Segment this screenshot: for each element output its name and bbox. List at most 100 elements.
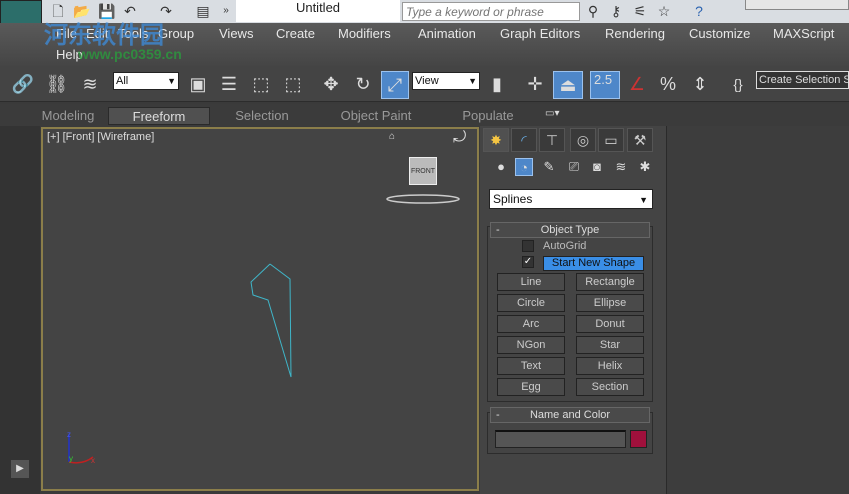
object-color-swatch[interactable] (630, 430, 647, 448)
main-toolbar: 🔗 ⛓ ≋ All ▣ ☰ ⬚ ⬚ ✥ ↻ ⤢ View ▮ ✛ ⏏ 2.5 ∠… (0, 66, 849, 102)
menu-customize[interactable]: Customize (689, 26, 750, 41)
scale-icon[interactable]: ⤢ (381, 71, 409, 99)
autogrid-label: AutoGrid (543, 240, 587, 252)
help-icon[interactable]: ? (690, 3, 708, 20)
binoculars-icon[interactable]: ⚲ (584, 3, 602, 20)
y-axis-label: y (69, 454, 73, 463)
select-by-name-icon[interactable]: ☰ (216, 71, 242, 97)
tab-populate[interactable]: Populate (450, 107, 526, 125)
window-crossing-icon[interactable]: ⬚ (280, 71, 306, 97)
lights-icon[interactable]: ✎ (540, 158, 558, 176)
snaps-toggle[interactable]: 2.5 (590, 71, 620, 99)
project-icon[interactable]: ▤ (195, 3, 211, 19)
line-button[interactable]: Line (497, 273, 565, 291)
cameras-icon[interactable]: ⎚ (565, 158, 583, 176)
section-button[interactable]: Section (576, 378, 644, 396)
systems-icon[interactable]: ✱ (636, 158, 654, 176)
category-dropdown[interactable]: Splines (489, 189, 653, 209)
menu-create[interactable]: Create (276, 26, 315, 41)
tab-selection[interactable]: Selection (212, 107, 312, 125)
start-new-shape-button[interactable]: Start New Shape (543, 256, 644, 271)
object-type-rollout (487, 226, 653, 402)
object-type-header[interactable]: - Object Type (490, 222, 650, 238)
x-axis-label: x (91, 456, 95, 465)
percent-snap-icon[interactable]: % (655, 71, 681, 97)
move-icon[interactable]: ✥ (318, 71, 344, 97)
star-icon[interactable]: ☆ (655, 3, 673, 20)
star-button[interactable]: Star (576, 336, 644, 354)
display-tab-icon[interactable]: ▭ (598, 128, 624, 152)
object-name-input[interactable] (495, 430, 626, 448)
unlink-icon[interactable]: ⛓ (44, 71, 70, 97)
viewport-front[interactable]: [+] [Front] [Wireframe] ⌂ ⤾ FRONT z y x (41, 127, 479, 491)
menu-views[interactable]: Views (219, 26, 253, 41)
geometry-icon[interactable]: ● (492, 158, 510, 176)
angle-snap-icon[interactable]: ∠ (624, 71, 650, 97)
named-selection-input[interactable] (756, 71, 849, 89)
ribbon-options-icon[interactable]: ▭▾ (545, 108, 559, 119)
menu-modifiers[interactable]: Modifiers (338, 26, 391, 41)
ellipse-button[interactable]: Ellipse (576, 294, 644, 312)
autogrid-checkbox[interactable] (522, 240, 534, 252)
ngon-button[interactable]: NGon (497, 336, 565, 354)
start-new-shape-checkbox[interactable]: ✓ (522, 256, 534, 268)
arc-button[interactable]: Arc (497, 315, 565, 333)
tab-object-paint[interactable]: Object Paint (326, 107, 426, 125)
create-tab-icon[interactable]: ✸ (483, 128, 509, 152)
key-icon[interactable]: ⚷ (607, 3, 625, 20)
utilities-tab-icon[interactable]: ⚒ (627, 128, 653, 152)
tab-freeform[interactable]: Freeform (108, 107, 210, 125)
menu-bar: File Edit Tools Group Views Create Modif… (0, 22, 849, 66)
select-manipulate-icon[interactable]: ✛ (522, 71, 548, 97)
spinner-snap-icon[interactable]: ⇕ (687, 71, 713, 97)
rotate-icon[interactable]: ↻ (350, 71, 376, 97)
watermark: 河东软件园 (44, 15, 164, 50)
more-icon[interactable]: » (218, 3, 234, 19)
ribbon-tabs: Modeling Freeform Selection Object Paint… (0, 104, 849, 126)
collapse-icon: - (496, 409, 500, 421)
play-icon[interactable]: ▶ (11, 460, 29, 478)
select-object-icon[interactable]: ▣ (185, 71, 211, 97)
name-color-header[interactable]: - Name and Color (490, 407, 650, 423)
edit-named-selection-icon[interactable]: {} (725, 71, 751, 97)
menu-rendering[interactable]: Rendering (605, 26, 665, 41)
window-controls[interactable] (745, 0, 849, 10)
menu-animation[interactable]: Animation (418, 26, 476, 41)
collapse-icon: - (496, 224, 500, 236)
rollout-title: Object Type (540, 224, 600, 236)
circle-button[interactable]: Circle (497, 294, 565, 312)
left-strip: ▶ (0, 126, 40, 494)
helix-button[interactable]: Helix (576, 357, 644, 375)
selection-filter-dropdown[interactable]: All (113, 72, 179, 90)
link-icon[interactable]: 🔗 (10, 71, 36, 97)
reference-coord-dropdown[interactable]: View (412, 72, 480, 90)
modify-tab-icon[interactable]: ◜ (511, 128, 537, 152)
viewcube-ring[interactable] (386, 194, 460, 204)
egg-button[interactable]: Egg (497, 378, 565, 396)
command-panel-extension (666, 126, 849, 494)
text-button[interactable]: Text (497, 357, 565, 375)
tab-modeling[interactable]: Modeling (30, 107, 106, 125)
document-title: Untitled (236, 0, 400, 22)
donut-button[interactable]: Donut (576, 315, 644, 333)
bind-space-warp-icon[interactable]: ≋ (77, 71, 103, 97)
rectangle-button[interactable]: Rectangle (576, 273, 644, 291)
spline-canvas: z y x (67, 194, 460, 465)
hierarchy-tab-icon[interactable]: ⊤ (539, 128, 565, 152)
satellite-icon[interactable]: ⚟ (631, 3, 649, 20)
menu-maxscript[interactable]: MAXScript (773, 26, 834, 41)
helpers-icon[interactable]: ◙ (588, 158, 606, 176)
search-input[interactable] (402, 2, 580, 21)
space-warps-icon[interactable]: ≋ (612, 158, 630, 176)
motion-tab-icon[interactable]: ◎ (570, 128, 596, 152)
keyboard-shortcut-override-icon[interactable]: ⏏ (553, 71, 583, 99)
rectangular-selection-icon[interactable]: ⬚ (248, 71, 274, 97)
spline-shape[interactable] (250, 263, 292, 378)
pivot-center-icon[interactable]: ▮ (484, 71, 510, 97)
shapes-icon[interactable]: ◔ (515, 158, 533, 176)
z-axis-label: z (67, 430, 71, 439)
watermark-url: www.pc0359.cn (78, 46, 182, 62)
watermark-text: 河东软件园 (44, 22, 164, 49)
menu-graph-editors[interactable]: Graph Editors (500, 26, 580, 41)
rollout-title: Name and Color (529, 409, 611, 421)
